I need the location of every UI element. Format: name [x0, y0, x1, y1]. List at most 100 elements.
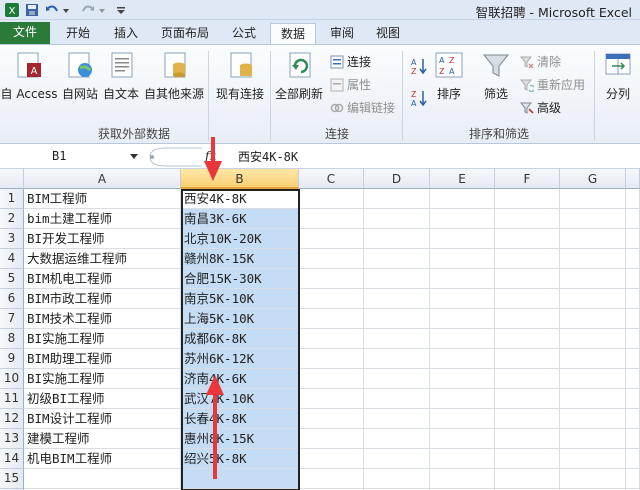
cell-b[interactable]: 上海5K-10K [181, 309, 299, 329]
cell-a[interactable]: BIM设计工程师 [24, 409, 181, 429]
cell-empty[interactable] [430, 189, 495, 209]
cell-empty[interactable] [430, 389, 495, 409]
row-header[interactable]: 2 [0, 209, 24, 229]
column-header-e[interactable]: E [430, 169, 495, 189]
undo-dropdown-icon[interactable] [62, 2, 78, 18]
cell-empty[interactable] [495, 329, 560, 349]
cell-empty[interactable] [299, 249, 364, 269]
cell-b[interactable]: 惠州8K-15K [181, 429, 299, 449]
existing-connections-button[interactable]: 现有连接 [212, 51, 268, 102]
tab-insert[interactable]: 插入 [106, 23, 146, 44]
redo-dropdown-icon[interactable] [98, 2, 114, 18]
cell-empty[interactable] [560, 309, 626, 329]
cell-empty[interactable] [364, 309, 430, 329]
tab-data[interactable]: 数据 [270, 23, 316, 44]
cell-empty[interactable] [626, 309, 640, 329]
cell-a[interactable]: 大数据运维工程师 [24, 249, 181, 269]
cell-empty[interactable] [364, 389, 430, 409]
row-header[interactable]: 15 [0, 469, 24, 489]
cell-empty[interactable] [560, 429, 626, 449]
cell-empty[interactable] [299, 209, 364, 229]
cell-b[interactable]: 苏州6K-12K [181, 349, 299, 369]
cell-b[interactable]: 成都6K-8K [181, 329, 299, 349]
cell-empty[interactable] [299, 329, 364, 349]
cell-empty[interactable] [430, 309, 495, 329]
cell-a[interactable]: 机电BIM工程师 [24, 449, 181, 469]
undo-icon[interactable] [44, 2, 60, 18]
cell-empty[interactable] [364, 349, 430, 369]
cell-empty[interactable] [364, 289, 430, 309]
cell-empty[interactable] [299, 409, 364, 429]
cell-a[interactable]: BIM工程师 [24, 189, 181, 209]
worksheet-grid[interactable]: A B C D E F G 1 BIM工程师 西安4K-8K 2 bim土建工程师 南昌3… [0, 137, 640, 490]
clear-filter-button[interactable]: 清除 [519, 53, 561, 71]
cell-b[interactable]: 长春4K-8K [181, 409, 299, 429]
cell-empty[interactable] [626, 189, 640, 209]
sort-descending-button[interactable]: ZA [410, 89, 431, 108]
row-header[interactable]: 8 [0, 329, 24, 349]
cell-empty[interactable] [495, 449, 560, 469]
cell-empty[interactable] [430, 269, 495, 289]
column-header-f[interactable]: F [495, 169, 560, 189]
select-all-corner[interactable] [0, 169, 24, 189]
fx-insert-function-button[interactable]: fx [205, 149, 216, 163]
cell-empty[interactable] [299, 349, 364, 369]
cell-empty[interactable] [299, 189, 364, 209]
cell-empty[interactable] [430, 329, 495, 349]
cell-empty[interactable] [626, 429, 640, 449]
cell-empty[interactable] [560, 229, 626, 249]
cell-empty[interactable] [299, 469, 364, 489]
reapply-button[interactable]: 重新应用 [519, 76, 585, 94]
edit-links-button[interactable]: 编辑链接 [330, 99, 395, 117]
formula-input[interactable]: 西安4K-8K [238, 148, 298, 165]
cell-empty[interactable] [364, 249, 430, 269]
cell-empty[interactable] [560, 269, 626, 289]
tab-view[interactable]: 视图 [368, 23, 408, 44]
cell-empty[interactable] [430, 409, 495, 429]
cell-empty[interactable] [299, 289, 364, 309]
column-header-c[interactable]: C [299, 169, 364, 189]
cell-b[interactable]: 西安4K-8K [181, 189, 299, 209]
row-header[interactable]: 13 [0, 429, 24, 449]
cell-empty[interactable] [364, 449, 430, 469]
cell-empty[interactable] [560, 289, 626, 309]
cell-b[interactable]: 合肥15K-30K [181, 269, 299, 289]
cell-empty[interactable] [364, 269, 430, 289]
cell-empty[interactable] [626, 289, 640, 309]
cell-empty[interactable] [299, 429, 364, 449]
cell-empty[interactable] [430, 229, 495, 249]
cell-empty[interactable] [495, 209, 560, 229]
cell-empty[interactable] [626, 209, 640, 229]
cell-empty[interactable] [560, 389, 626, 409]
cell-empty[interactable] [430, 349, 495, 369]
cell-empty[interactable] [495, 409, 560, 429]
cell-empty[interactable] [495, 249, 560, 269]
row-header[interactable]: 5 [0, 269, 24, 289]
cell-empty[interactable] [560, 209, 626, 229]
cell-empty[interactable] [364, 409, 430, 429]
column-header-b[interactable]: B [181, 169, 299, 189]
cell-empty[interactable] [560, 409, 626, 429]
cell-b[interactable]: 赣州8K-15K [181, 249, 299, 269]
cell-empty[interactable] [626, 269, 640, 289]
cell-empty[interactable] [430, 289, 495, 309]
cell-empty[interactable] [299, 309, 364, 329]
save-icon[interactable] [24, 2, 40, 18]
cell-a[interactable]: BIM助理工程师 [24, 349, 181, 369]
cell-empty[interactable] [364, 229, 430, 249]
cell-empty[interactable] [626, 409, 640, 429]
cell-empty[interactable] [364, 429, 430, 449]
redo-icon[interactable] [80, 2, 96, 18]
cell-empty[interactable] [299, 269, 364, 289]
cell-empty[interactable] [495, 389, 560, 409]
from-access-button[interactable]: A 自 Access [0, 51, 58, 102]
cell-empty[interactable] [626, 369, 640, 389]
cell-a[interactable]: BIM机电工程师 [24, 269, 181, 289]
advanced-filter-button[interactable]: 高级 [519, 99, 561, 117]
excel-logo-icon[interactable]: X [4, 2, 20, 18]
cell-empty[interactable] [299, 369, 364, 389]
cell-empty[interactable] [430, 209, 495, 229]
customize-toolbar-icon[interactable] [116, 2, 132, 18]
row-header[interactable]: 3 [0, 229, 24, 249]
cell-empty[interactable] [626, 469, 640, 489]
